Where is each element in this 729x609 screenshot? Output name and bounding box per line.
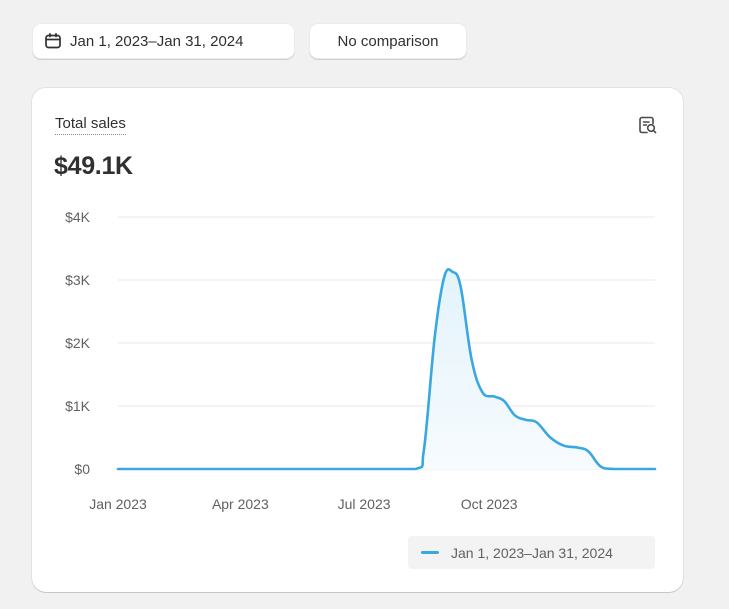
y-tick-label: $3K — [65, 272, 91, 288]
calendar-icon — [44, 32, 62, 50]
x-tick-label: Jul 2023 — [338, 496, 391, 512]
comparison-label: No comparison — [337, 32, 439, 50]
y-tick-label: $2K — [65, 335, 91, 351]
chart-legend[interactable]: Jan 1, 2023–Jan 31, 2024 — [408, 536, 655, 569]
date-range-button[interactable]: Jan 1, 2023–Jan 31, 2024 — [32, 23, 295, 59]
x-tick-label: Apr 2023 — [212, 496, 269, 512]
total-sales-card: Total sales $49.1K $0 $1K $2K $3K $4K Jan 202… — [32, 88, 683, 592]
legend-swatch — [421, 551, 439, 554]
y-tick-label: $4K — [65, 209, 91, 225]
comparison-button[interactable]: No comparison — [309, 23, 467, 59]
series-line — [116, 268, 657, 471]
series-area — [118, 269, 655, 469]
x-tick-label: Jan 2023 — [89, 496, 147, 512]
date-range-label: Jan 1, 2023–Jan 31, 2024 — [70, 32, 244, 50]
y-tick-label: $1K — [65, 398, 91, 414]
y-tick-label: $0 — [74, 461, 90, 477]
legend-label: Jan 1, 2023–Jan 31, 2024 — [451, 544, 613, 561]
sales-chart: $0 $1K $2K $3K $4K Jan 2023 Apr 2023 Jul 2023 Oc… — [65, 209, 657, 512]
x-tick-label: Oct 2023 — [461, 496, 518, 512]
